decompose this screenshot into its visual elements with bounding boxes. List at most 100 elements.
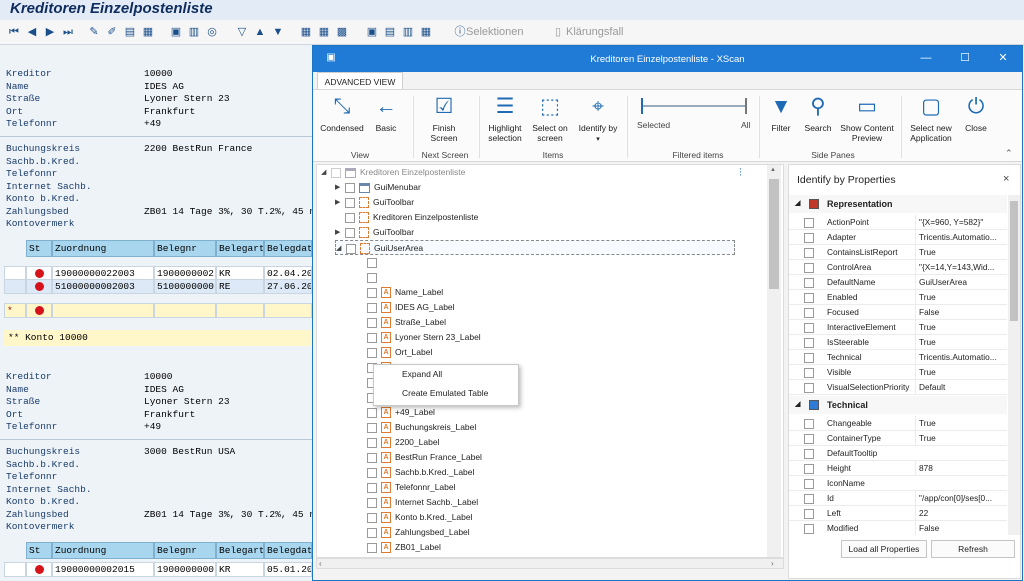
property-row[interactable]: Visible True — [789, 365, 1007, 380]
property-checkbox[interactable] — [804, 464, 814, 474]
tree-checkbox[interactable] — [367, 422, 377, 433]
tree-item[interactable]: A Zahlungsbed_Label — [357, 525, 470, 540]
scroll-thumb[interactable] — [769, 179, 779, 289]
collapse-ribbon-icon[interactable]: ⌃ — [1005, 148, 1013, 159]
folder-icon[interactable]: ▣ — [170, 26, 182, 38]
col-belegdatum[interactable]: Belegdat — [264, 240, 312, 257]
property-checkbox[interactable] — [804, 494, 814, 504]
expand-arrow-icon[interactable]: ◢ — [336, 241, 346, 256]
property-checkbox[interactable] — [804, 434, 814, 444]
tree-checkbox[interactable] — [331, 167, 341, 178]
tree-checkbox[interactable] — [367, 482, 377, 493]
property-checkbox[interactable] — [804, 524, 814, 534]
row-select[interactable] — [4, 279, 26, 294]
sort-asc-icon[interactable]: ▲ — [254, 26, 266, 38]
tree-checkbox[interactable] — [367, 527, 377, 538]
scroll-thumb[interactable] — [1010, 201, 1018, 321]
col-belegnr[interactable]: Belegnr — [154, 542, 216, 559]
tree-checkbox[interactable] — [367, 272, 377, 283]
tree-checkbox[interactable] — [345, 182, 355, 193]
tree-checkbox[interactable] — [367, 302, 377, 313]
show-content-preview-button[interactable]: ▭ Show Content Preview — [839, 94, 895, 143]
tree-checkbox[interactable] — [367, 317, 377, 328]
tree-settings-icon[interactable]: ⫶ — [739, 167, 742, 180]
tree-item[interactable] — [357, 270, 381, 285]
close-pane-icon[interactable]: × — [1003, 173, 1009, 185]
grid-icon[interactable]: ▦ — [142, 26, 154, 38]
property-row[interactable]: DefaultName GuiUserArea — [789, 275, 1007, 290]
property-row[interactable]: Changeable True — [789, 416, 1007, 431]
tree-checkbox[interactable] — [367, 512, 377, 523]
tree-checkbox[interactable] — [345, 227, 355, 238]
sheet-icon[interactable]: ▥ — [402, 26, 414, 38]
context-menu-item[interactable]: Expand All — [374, 365, 518, 384]
filter-button[interactable]: ▼ Filter — [765, 94, 797, 133]
property-checkbox[interactable] — [804, 338, 814, 348]
col-zuordnung[interactable]: Zuordnung — [52, 240, 154, 257]
layout2-icon[interactable]: ▦ — [318, 26, 330, 38]
tree-item[interactable]: Kreditoren Einzelpostenliste — [335, 210, 478, 225]
filter-icon[interactable]: ▽ — [236, 26, 248, 38]
property-row[interactable]: Adapter Tricentis.Automatio... — [789, 230, 1007, 245]
tree-item[interactable]: A Konto b.Kred._Label — [357, 510, 473, 525]
col-st[interactable]: St — [26, 542, 52, 559]
property-row[interactable]: Modified False — [789, 521, 1007, 535]
property-row[interactable]: VisualSelectionPriority Default — [789, 380, 1007, 395]
maximize-icon[interactable]: ☐ — [957, 51, 973, 65]
tree-checkbox[interactable] — [367, 497, 377, 508]
belegnr-cell[interactable]: 5100000000 — [154, 279, 216, 294]
datum-cell[interactable]: 05.01.201 — [264, 562, 312, 577]
finish-screen-button[interactable]: ☑ Finish Screen — [419, 94, 469, 143]
collapse-arrow-icon[interactable]: ◢ — [795, 396, 800, 414]
tree-item[interactable]: A Name_Label — [357, 285, 443, 300]
tree-item[interactable]: ◢ GuiUserArea — [335, 240, 735, 255]
prev-page-icon[interactable]: ◀ — [26, 26, 38, 38]
tree-checkbox[interactable] — [367, 347, 377, 358]
tree-item[interactable]: A IDES AG_Label — [357, 300, 455, 315]
expand-arrow-icon[interactable]: ▶ — [335, 180, 345, 195]
property-checkbox[interactable] — [804, 368, 814, 378]
sort-desc-icon[interactable]: ▼ — [272, 26, 284, 38]
last-page-icon[interactable]: ⏭ — [62, 26, 74, 38]
tree-item[interactable]: A Straße_Label — [357, 315, 446, 330]
select-new-application-button[interactable]: ▢ Select new Application — [905, 94, 957, 143]
property-row[interactable]: ContainsListReport True — [789, 245, 1007, 260]
minimize-icon[interactable]: — — [918, 51, 934, 65]
property-checkbox[interactable] — [804, 218, 814, 228]
tree-item[interactable]: A Sachb.b.Kred._Label — [357, 465, 474, 480]
property-row[interactable]: InteractiveElement True — [789, 320, 1007, 335]
tree-item[interactable]: A 2200_Label — [357, 435, 439, 450]
col-belegart[interactable]: Belegart — [216, 542, 264, 559]
belegnr-cell[interactable]: 1900000000 — [154, 562, 216, 577]
tree-root[interactable]: ◢ Kreditoren Einzelpostenliste — [321, 165, 465, 180]
filter-slider-thumb[interactable] — [641, 98, 643, 114]
tree-checkbox[interactable] — [367, 467, 377, 478]
basic-button[interactable]: ← Basic — [369, 94, 403, 133]
tree-checkbox[interactable] — [367, 407, 377, 418]
col-belegart[interactable]: Belegart — [216, 240, 264, 257]
expand-arrow-icon[interactable]: ◢ — [321, 165, 331, 180]
property-checkbox[interactable] — [804, 383, 814, 393]
selektionen-button[interactable]: Selektionen — [466, 26, 524, 38]
table-row[interactable]: 51000000002003 5100000000 RE 27.06.20 — [4, 279, 312, 294]
tree-item[interactable]: ▶ GuiToolbar — [335, 225, 414, 240]
next-page-icon[interactable]: ▶ — [44, 26, 56, 38]
filter-slider-track[interactable] — [641, 105, 747, 107]
edit-icon[interactable]: ✐ — [106, 26, 118, 38]
tree-item[interactable]: A Telefonnr_Label — [357, 480, 456, 495]
load-all-properties-button[interactable]: Load all Properties — [841, 540, 927, 558]
property-checkbox[interactable] — [804, 263, 814, 273]
table-row[interactable]: 190000000020151900000000KR05.01.201 — [4, 562, 312, 577]
tree-checkbox[interactable] — [367, 542, 377, 553]
col-zuordnung[interactable]: Zuordnung — [52, 542, 154, 559]
tree-item[interactable]: ▶ GuiToolbar — [335, 195, 414, 210]
row-select[interactable] — [4, 562, 26, 577]
search-button[interactable]: ⚲ Search — [801, 94, 835, 133]
property-row[interactable]: Technical Tricentis.Automatio... — [789, 350, 1007, 365]
property-row[interactable]: ContainerType True — [789, 431, 1007, 446]
scroll-right-icon[interactable]: › — [771, 559, 774, 568]
property-row[interactable]: Id "/app/con[0]/ses[0... — [789, 491, 1007, 506]
context-menu-item[interactable]: Create Emulated Table — [374, 384, 518, 403]
tree-item[interactable]: A +49_Label — [357, 405, 435, 420]
property-row[interactable]: Enabled True — [789, 290, 1007, 305]
